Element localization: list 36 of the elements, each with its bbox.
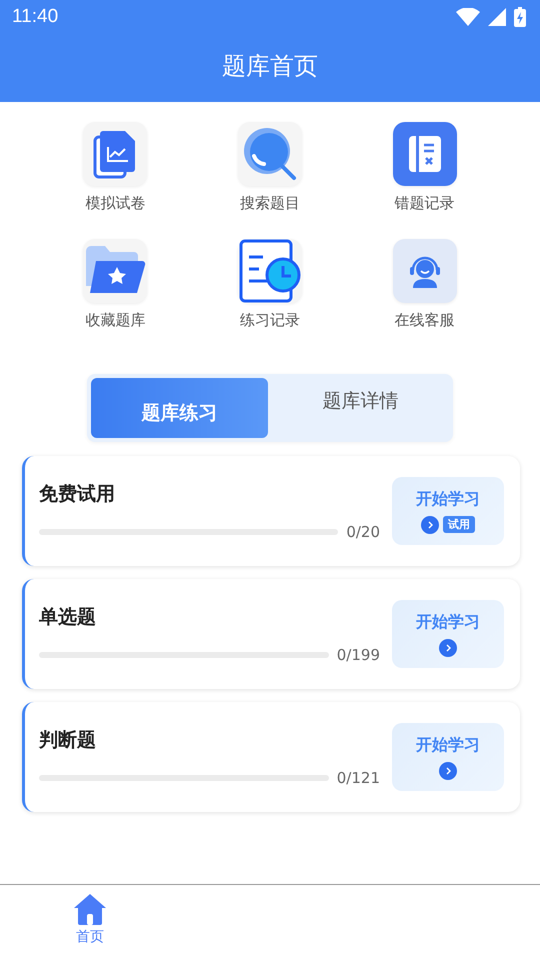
progress-count: 0/199 [336, 646, 380, 664]
shortcut-tile[interactable] [83, 122, 148, 186]
status-time: 11:40 [12, 6, 58, 28]
page-title: 题库首页 [221, 51, 319, 82]
practice-title: 免费试用 [39, 482, 116, 507]
wifi-icon [456, 8, 480, 26]
notebook-icon [408, 135, 442, 173]
shortcut-label[interactable]: 错题记录 [394, 194, 455, 213]
shortcut-tile[interactable] [238, 239, 302, 303]
chevron-icon [421, 516, 439, 534]
segment-tab[interactable]: 题库详情 [272, 378, 449, 438]
headset-person-icon [408, 254, 441, 288]
shortcut-tile[interactable] [83, 239, 148, 303]
shortcut-tile[interactable] [392, 239, 457, 303]
practice-title: 判断题 [39, 728, 97, 753]
progress-count: 0/20 [346, 523, 380, 541]
signal-icon [488, 8, 506, 26]
search-icon [242, 126, 298, 182]
document-chart-icon [93, 129, 138, 179]
start-button[interactable]: 开始学习 试用 [392, 477, 504, 545]
shortcut-tile[interactable] [238, 122, 302, 186]
document-clock-icon [238, 239, 301, 303]
shortcut-label[interactable]: 在线客服 [394, 311, 455, 330]
practice-title: 单选题 [39, 605, 97, 630]
progress-count: 0/121 [336, 769, 380, 787]
shortcut-label[interactable]: 收藏题库 [85, 311, 146, 330]
shortcut-label[interactable]: 模拟试卷 [85, 194, 146, 213]
shortcut-label[interactable]: 搜索题目 [240, 194, 300, 213]
trial-tag: 试用 [443, 516, 475, 533]
chevron-icon [439, 638, 457, 656]
nav-tab[interactable]: 首页 [0, 885, 180, 960]
chevron-icon [439, 762, 457, 780]
battery-icon [514, 7, 526, 27]
shortcut-label[interactable]: 练习记录 [240, 311, 300, 330]
shortcut-tile[interactable] [392, 122, 457, 186]
home-icon [73, 893, 107, 925]
